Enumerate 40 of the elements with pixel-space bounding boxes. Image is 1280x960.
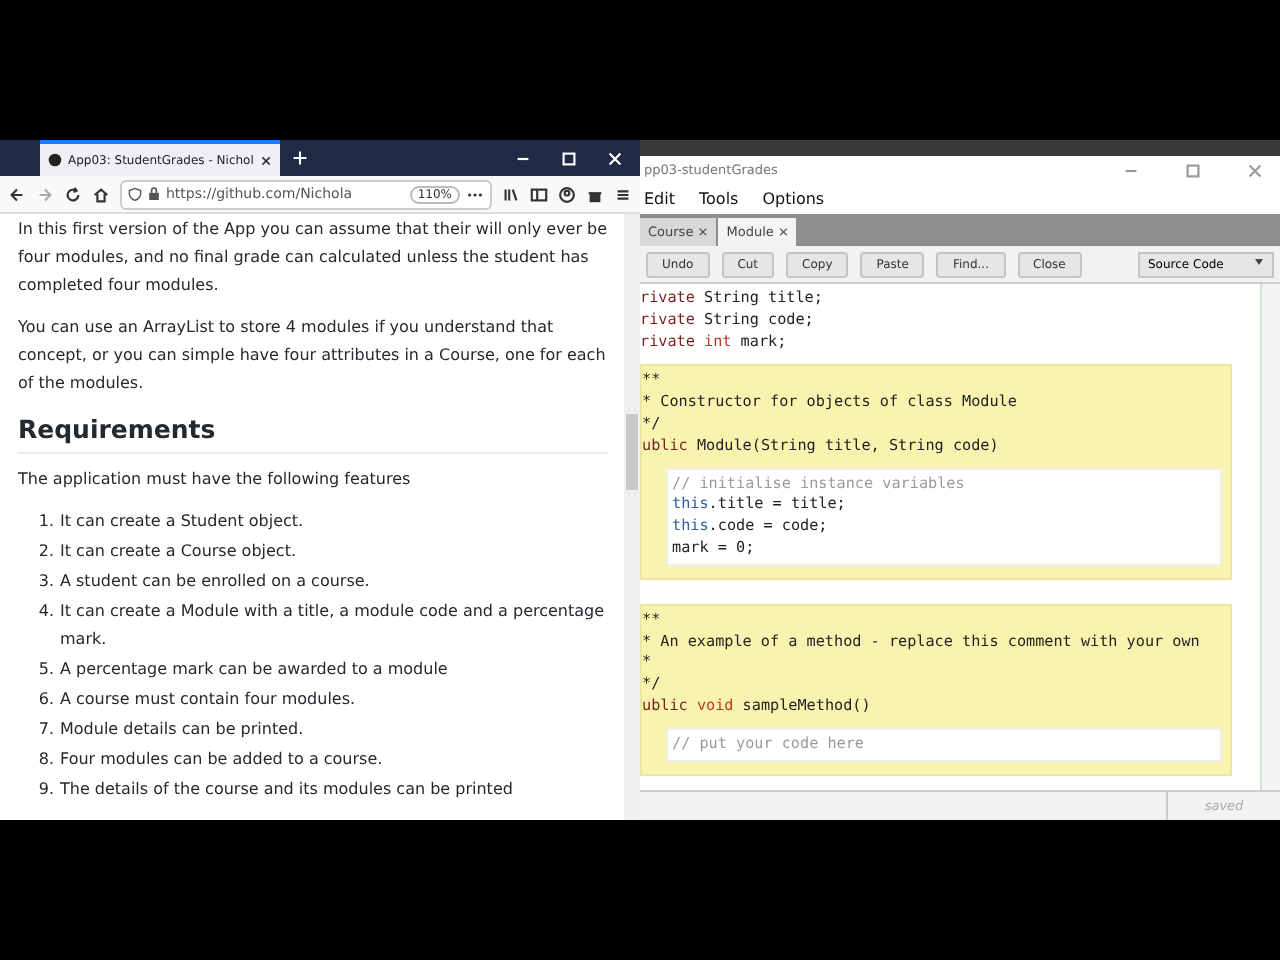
reload-icon[interactable] (64, 185, 82, 203)
list-number: 8. (36, 748, 54, 772)
sidebar-icon[interactable] (530, 185, 548, 203)
menu-item[interactable]: Tools (699, 190, 739, 208)
menu-item[interactable]: Options (762, 190, 825, 208)
scrollbar[interactable] (624, 214, 640, 820)
list-item: It can create a Student object. (60, 510, 304, 534)
list-number: 5. (36, 658, 54, 682)
list-number: 7. (36, 718, 54, 742)
list-number: 9. (36, 778, 54, 802)
list-item: The details of the course and its modules can be printed (60, 778, 513, 802)
list-number: 3. (36, 570, 54, 594)
caret-icon (1254, 257, 1264, 265)
list-item: It can create a Module with a title, a module code and a percentage mark. (60, 600, 607, 652)
list-number: 2. (36, 540, 54, 564)
account-icon[interactable] (558, 185, 576, 203)
new-tab-icon[interactable] (292, 150, 308, 166)
home-icon[interactable] (92, 185, 110, 203)
lock-icon (148, 186, 160, 202)
list-item: Module details can be printed. (60, 718, 304, 742)
list-item: A student can be enrolled on a course. (60, 570, 370, 594)
list-number: 4. (36, 600, 54, 624)
list-item: It can create a Course object. (60, 540, 297, 564)
list-item: Four modules can be added to a course. (60, 748, 383, 772)
shield-icon (128, 186, 142, 202)
paragraph: You can use an ArrayList to store 4 modules if you understand that concept, or you can simple have four attributes in a Course, one for each of the modules. (18, 316, 608, 396)
back-icon[interactable] (8, 185, 26, 203)
paragraph: In this first version of the App you can assume that their will only ever be four modules, and no final grade can calculated unless the student has completed four modules. (18, 218, 608, 298)
list-item: A course must contain four modules. (60, 688, 356, 712)
paragraph: The application must have the following features (18, 468, 413, 492)
list-item: A percentage mark can be awarded to a module (60, 658, 448, 682)
menu-item[interactable]: Edit (644, 190, 675, 208)
scrollbar[interactable] (1260, 284, 1280, 790)
github-icon (48, 152, 62, 168)
list-number: 6. (36, 688, 54, 712)
list-number: 1. (36, 510, 54, 534)
library-icon[interactable] (502, 185, 520, 203)
close-icon[interactable] (259, 153, 272, 167)
section-heading: Requirements (18, 412, 608, 454)
menu-icon[interactable] (614, 185, 632, 203)
